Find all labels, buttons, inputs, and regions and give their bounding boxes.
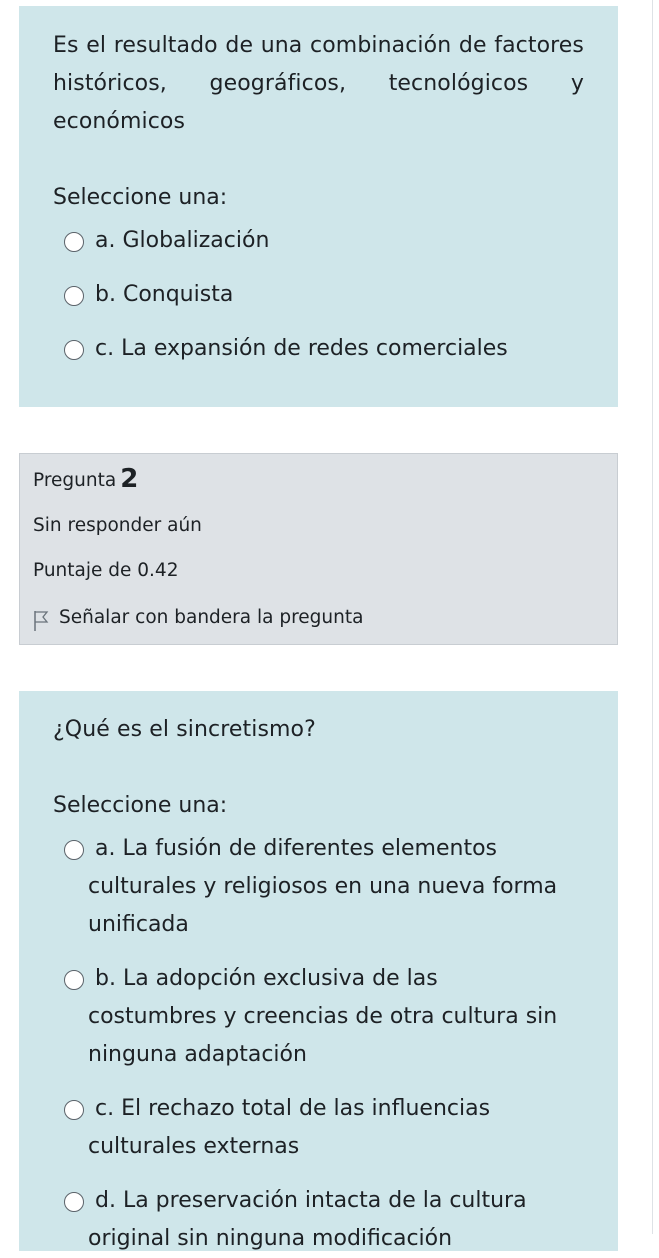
question-2-content: ¿Qué es el sincretismo? Seleccione una: … — [19, 691, 618, 1251]
question-1-prompt: Seleccione una: — [53, 185, 228, 210]
option-label[interactable]: c. La expansión de redes comerciales — [88, 330, 568, 368]
radio-button[interactable] — [64, 970, 84, 990]
question-state: Sin responder aún — [33, 515, 202, 536]
question-2-text: ¿Qué es el sincretismo? — [53, 717, 316, 742]
option-label[interactable]: b. Conquista — [88, 276, 568, 314]
radio-button[interactable] — [64, 232, 84, 252]
question-1-content: Es el resultado de una combinación de fa… — [19, 6, 618, 407]
option-label[interactable]: a. Globalización — [88, 222, 568, 260]
scrollbar-track[interactable] — [652, 0, 653, 1234]
question-2-prompt: Seleccione una: — [53, 793, 228, 818]
radio-button[interactable] — [64, 286, 84, 306]
radio-button[interactable] — [64, 1100, 84, 1120]
question-2-info: Pregunta 2 Sin responder aún Puntaje de 0… — [19, 453, 618, 645]
question-number: Pregunta 2 — [33, 464, 139, 494]
question-grade: Puntaje de 0.42 — [33, 560, 179, 581]
option-label[interactable]: b. La adopción exclusiva de las costumbr… — [88, 960, 568, 1074]
flag-question-link[interactable]: Señalar con bandera la pregunta — [33, 604, 363, 632]
question-label: Pregunta — [33, 470, 117, 491]
flag-outline-icon[interactable] — [33, 610, 49, 632]
question-number-value: 2 — [120, 464, 139, 494]
option-label[interactable]: a. La fusión de diferentes elementos cul… — [88, 830, 568, 944]
option-label[interactable]: c. El rechazo total de las influencias c… — [88, 1090, 568, 1166]
radio-button[interactable] — [64, 1192, 84, 1212]
flag-label[interactable]: Señalar con bandera la pregunta — [59, 606, 363, 630]
question-1-text: Es el resultado de una combinación de fa… — [53, 33, 584, 134]
option-label[interactable]: d. La preservación intacta de la cultura… — [88, 1182, 568, 1258]
radio-button[interactable] — [64, 840, 84, 860]
radio-button[interactable] — [64, 340, 84, 360]
